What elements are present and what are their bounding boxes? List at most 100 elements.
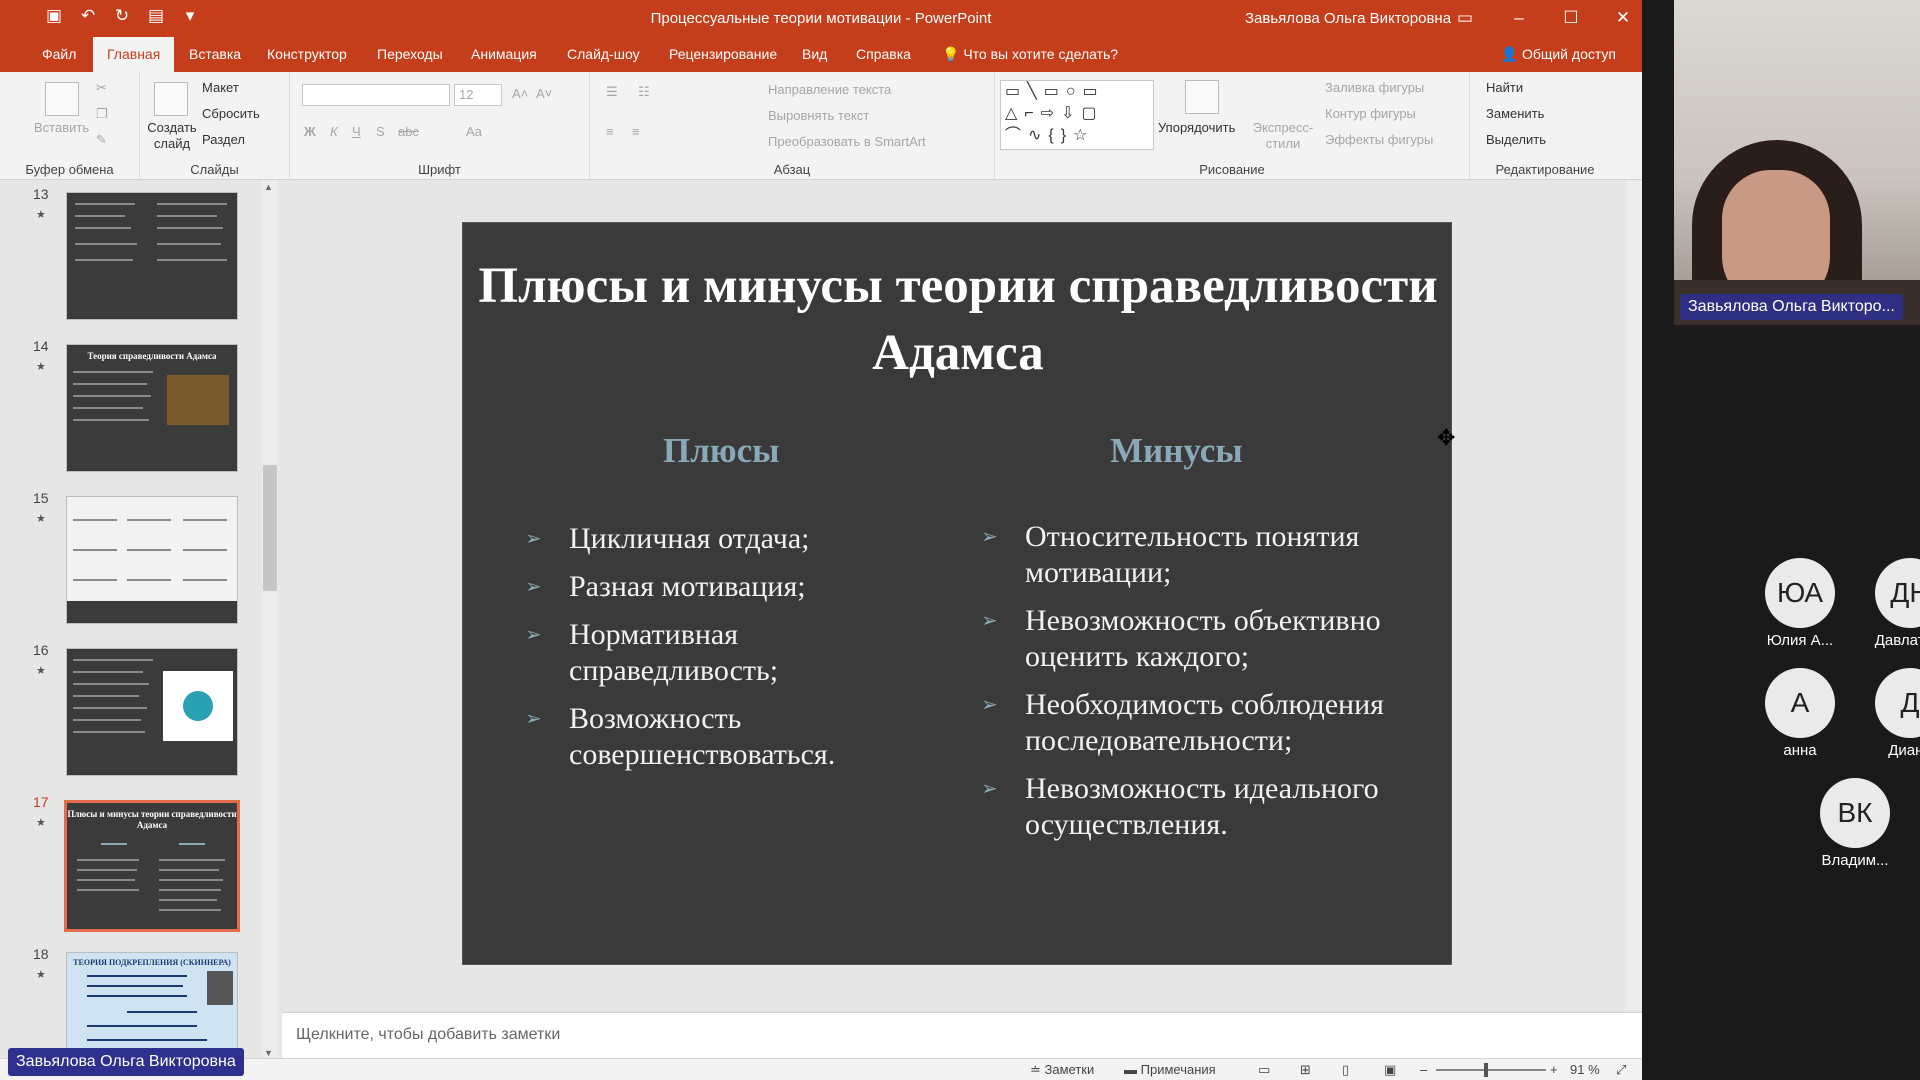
tab-review[interactable]: Рецензирование (655, 37, 791, 72)
normal-view-icon[interactable]: ▭ (1258, 1062, 1270, 1078)
avatar: ДН (1875, 558, 1920, 628)
participant-tile[interactable]: ДН Давлатё... (1850, 558, 1920, 649)
paragraph-label: Абзац (773, 162, 811, 177)
slide-thumbnail-13[interactable] (66, 192, 238, 320)
new-slide-icon[interactable] (154, 82, 188, 116)
account-name[interactable]: Завьялова Ольга Викторовна (1245, 10, 1451, 27)
cut-icon[interactable]: ✂ (96, 80, 107, 96)
thumbnails-scrollbar[interactable]: ▲ ▼ (262, 180, 278, 1060)
slide-thumbnails-pane[interactable]: 13 ★ 14 ★ Теория справедливости Адамса 1… (30, 180, 282, 1060)
tab-slideshow[interactable]: Слайд-шоу (553, 37, 654, 72)
cons-item-text: Необходимость соблюдения последовательно… (1025, 688, 1384, 757)
layout-button[interactable]: Макет (202, 80, 239, 95)
ribbon-display-icon[interactable]: ▭ (1445, 4, 1485, 32)
grow-font-icon[interactable]: A˄ (512, 86, 528, 101)
slideshow-view-icon[interactable]: ▣ (1384, 1062, 1396, 1078)
arrange-icon[interactable] (1185, 80, 1219, 114)
cons-heading[interactable]: Минусы (1110, 431, 1243, 471)
bullets-icon[interactable]: ☰ (606, 84, 618, 100)
zoom-slider-thumb[interactable] (1484, 1063, 1488, 1077)
notes-pane[interactable]: Щелкните, чтобы добавить заметки (282, 1012, 1642, 1058)
replace-button[interactable]: Заменить (1486, 106, 1544, 121)
slide-thumbnail-17[interactable]: Плюсы и минусы теории справедливости Ада… (64, 800, 240, 932)
scroll-down-icon[interactable]: ▼ (264, 1048, 273, 1058)
underline-button[interactable]: Ч (352, 124, 361, 139)
pros-list[interactable]: ➢ Цикличная отдача; ➢ Разная мотивация; ➢ Н… (525, 521, 885, 785)
find-button[interactable]: Найти (1486, 80, 1523, 95)
comments-button[interactable]: ▬ Примечания (1124, 1062, 1216, 1077)
slide-thumbnail-18[interactable]: ТЕОРИЯ ПОДКРЕПЛЕНИЯ (СКИННЕРА) (66, 952, 238, 1060)
slide-thumbnail-14[interactable]: Теория справедливости Адамса (66, 344, 238, 472)
current-slide[interactable]: Плюсы и минусы теории справедливости Ада… (462, 222, 1452, 965)
new-slide-label[interactable]: Создать слайд (146, 120, 198, 152)
align-left-icon[interactable]: ≡ (606, 124, 614, 139)
font-size-field[interactable]: 12 (454, 84, 502, 106)
zoom-level[interactable]: 91 % (1570, 1062, 1600, 1077)
bold-button[interactable]: Ж (304, 124, 316, 139)
participant-tile[interactable]: А анна (1740, 668, 1860, 759)
editing-group: Найти Заменить Выделить Редактирование (1470, 72, 1620, 180)
slide-thumbnail-15[interactable] (66, 496, 238, 624)
tab-view[interactable]: Вид (788, 37, 841, 72)
notes-button[interactable]: ≐ Заметки (1030, 1062, 1094, 1078)
close-icon[interactable]: ✕ (1603, 4, 1642, 32)
tab-file[interactable]: Файл (28, 37, 90, 72)
shrink-font-icon[interactable]: A˅ (536, 86, 552, 101)
shape-effects-button[interactable]: Эффекты фигуры (1325, 132, 1433, 147)
zoom-out-icon[interactable]: – (1420, 1062, 1427, 1077)
shape-outline-button[interactable]: Контур фигуры (1325, 106, 1416, 121)
participant-tile[interactable]: ВК Владим... (1795, 778, 1915, 869)
slide-sorter-icon[interactable]: ⊞ (1300, 1062, 1311, 1078)
scroll-up-icon[interactable]: ▲ (264, 182, 273, 192)
cons-list[interactable]: ➢ Относительность понятия мотивации; ➢ Нев… (981, 519, 1421, 855)
shapes-gallery[interactable]: ▭╲▭○▭ △⌐⇨⇩▢ ⌒∿{}☆ (1000, 80, 1154, 150)
share-button[interactable]: 👤 Общий доступ (1501, 37, 1616, 72)
tab-insert[interactable]: Вставка (175, 37, 255, 72)
change-case-button[interactable]: Aa (466, 124, 482, 139)
reading-view-icon[interactable]: ▯ (1342, 1062, 1349, 1078)
slide-title[interactable]: Плюсы и минусы теории справедливости Ада… (463, 253, 1453, 387)
title-bar: ▣ ↶ ↻ ▤ ▾ Процессуальные теории мотиваци… (0, 0, 1642, 37)
font-name-field[interactable] (302, 84, 450, 106)
participant-tile[interactable]: ЮА Юлия А... (1740, 558, 1860, 649)
tab-design[interactable]: Конструктор (253, 37, 361, 72)
participant-tile[interactable]: Д Диана (1850, 668, 1920, 759)
maximize-icon[interactable]: ☐ (1551, 4, 1591, 32)
scrollbar-thumb[interactable] (263, 465, 277, 591)
tab-animations[interactable]: Анимация (457, 37, 551, 72)
align-text-button[interactable]: Выровнять текст (768, 108, 869, 123)
participant-name: Давлатё... (1874, 632, 1920, 649)
select-button[interactable]: Выделить (1486, 132, 1546, 147)
strikethrough-button[interactable]: abc (398, 124, 419, 139)
tab-home[interactable]: Главная (93, 37, 175, 73)
quick-styles-button[interactable]: Экспресс-стили (1247, 120, 1319, 152)
smartart-button[interactable]: Преобразовать в SmartArt (768, 134, 926, 149)
shape-fill-button[interactable]: Заливка фигуры (1325, 80, 1424, 95)
section-button[interactable]: Раздел (202, 132, 245, 147)
tab-transitions[interactable]: Переходы (363, 37, 457, 72)
numbering-icon[interactable]: ☷ (638, 84, 650, 100)
slide-vertical-scrollbar[interactable] (1626, 180, 1642, 1010)
minimize-icon[interactable]: – (1499, 4, 1539, 32)
zoom-slider[interactable] (1436, 1069, 1546, 1071)
cons-item-text: Относительность понятия мотивации; (1025, 520, 1360, 589)
fit-slide-icon[interactable]: ⤢ (1616, 1062, 1626, 1078)
align-center-icon[interactable]: ≡ (632, 124, 640, 139)
zoom-in-icon[interactable]: + (1550, 1062, 1558, 1077)
format-painter-icon[interactable]: ✎ (96, 132, 107, 148)
shadow-button[interactable]: S (376, 124, 385, 139)
font-label: Шрифт (418, 162, 461, 177)
copy-icon[interactable]: ❐ (96, 106, 108, 122)
italic-button[interactable]: К (330, 124, 338, 139)
presenter-video[interactable]: Завьялова Ольга Викторо... (1674, 0, 1920, 325)
text-direction-button[interactable]: Направление текста (768, 82, 891, 97)
paste-icon[interactable] (45, 82, 79, 116)
tab-help[interactable]: Справка (842, 37, 925, 72)
slide-thumbnail-16[interactable] (66, 648, 238, 776)
active-speaker-name-tag: Завьялова Ольга Викторовна (8, 1048, 244, 1076)
arrange-button[interactable]: Упорядочить (1158, 120, 1235, 135)
tell-me-search[interactable]: 💡 Что вы хотите сделать? (928, 37, 1132, 72)
mouse-cursor-icon: ✥ (1437, 425, 1456, 450)
reset-button[interactable]: Сбросить (202, 106, 260, 121)
pros-heading[interactable]: Плюсы (663, 431, 779, 471)
